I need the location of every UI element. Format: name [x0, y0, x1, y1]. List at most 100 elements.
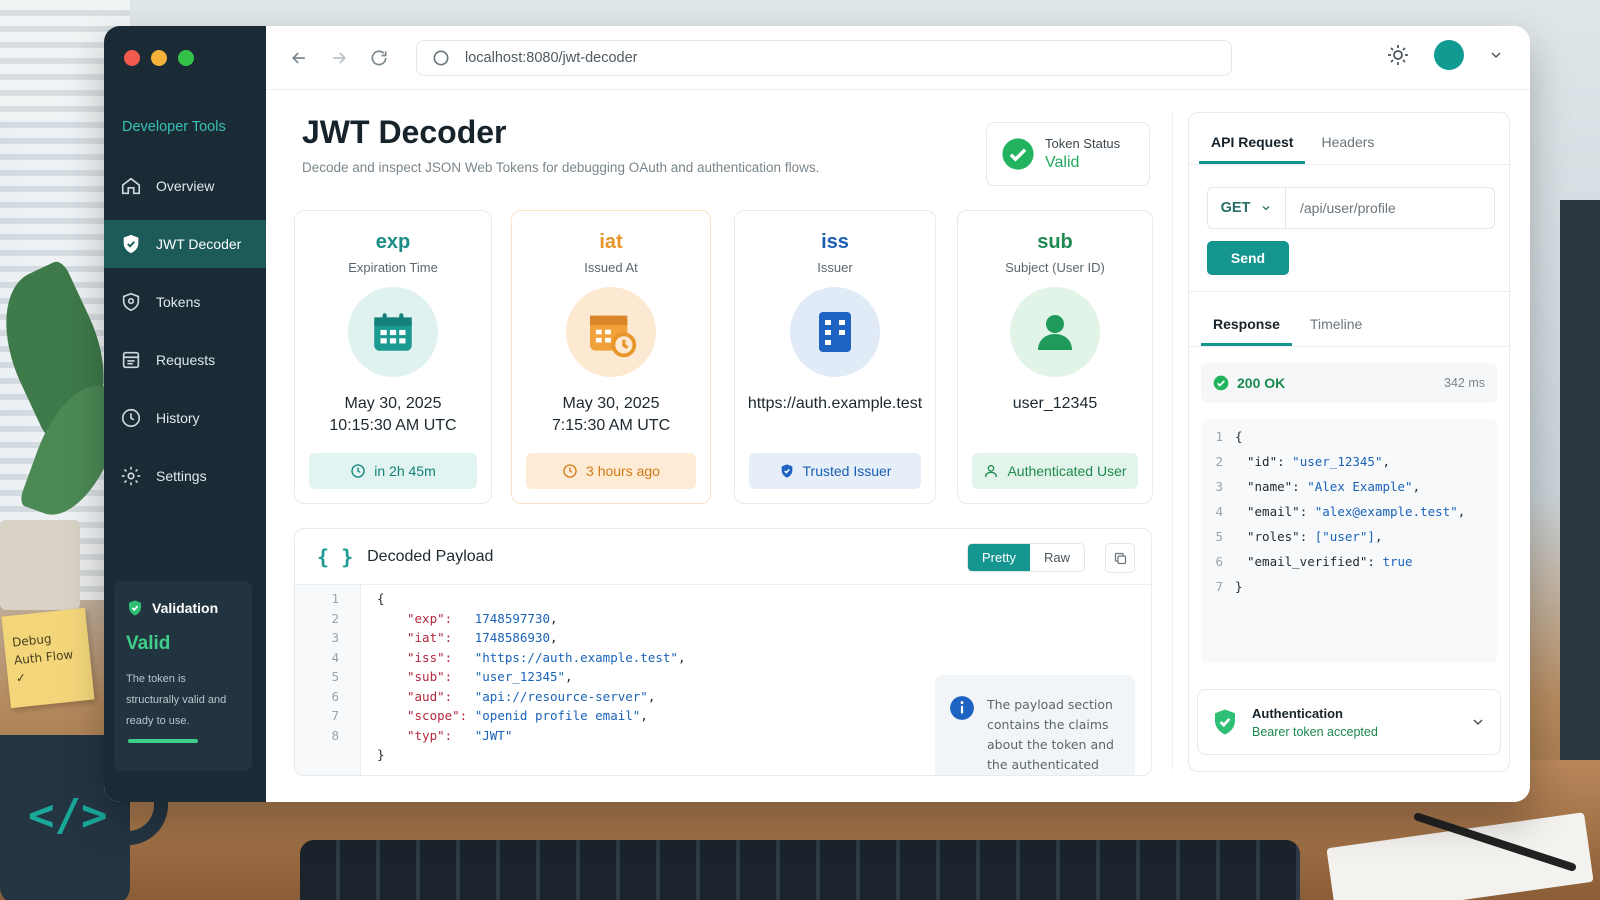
plant-pot	[0, 520, 80, 610]
response-line: 3 "name": "Alex Example",	[1201, 479, 1420, 504]
claim-cards: exp Expiration Time May 30, 2025 10:15:3…	[294, 210, 1154, 504]
sidebar-item-history[interactable]: History	[104, 394, 266, 442]
json-padding	[452, 611, 475, 626]
claim-key: sub	[1037, 231, 1073, 253]
json-key: "sub":	[407, 669, 453, 684]
line-number: 2	[1215, 454, 1223, 469]
endpoint-input[interactable]: /api/user/profile	[1286, 200, 1396, 216]
close-window-button[interactable]	[124, 50, 140, 66]
json-key: "exp":	[407, 610, 453, 626]
response-tabs: Response Timeline	[1189, 291, 1509, 347]
chevron-down-icon	[1262, 206, 1270, 211]
code-line: 3 "iat": 1748586930,	[295, 630, 558, 650]
json-value: ["user"]	[1314, 529, 1375, 544]
chevron-down-icon[interactable]	[1488, 47, 1504, 63]
sticky-note: Debug Auth Flow ✓	[1, 607, 95, 709]
reload-icon	[371, 49, 387, 65]
status-badge: 200 OK	[1237, 375, 1286, 391]
response-line: 6 "email_verified": true	[1201, 554, 1412, 579]
json-value: "user_12345"	[1292, 454, 1383, 469]
code-line: 8 "typ": "JWT"	[295, 728, 512, 748]
claim-pill-issued: 3 hours ago	[526, 453, 696, 489]
json-padding	[452, 630, 475, 645]
brace: }	[1235, 579, 1243, 594]
claim-key: exp	[375, 231, 411, 253]
tab-headers[interactable]: Headers	[1309, 134, 1386, 164]
sidebar-item-label: Tokens	[156, 294, 201, 310]
json-comma: ,	[550, 610, 558, 626]
shield-check-icon	[129, 600, 141, 616]
json-key: "iss":	[407, 649, 453, 665]
claim-value-line2: 10:15:30 AM UTC	[329, 417, 457, 434]
line-content: {	[377, 591, 385, 611]
claim-label: Issued At	[584, 260, 638, 275]
back-button[interactable]	[286, 45, 312, 71]
shield-check-icon	[1215, 709, 1235, 735]
json-value: "api://resource-server"	[474, 688, 648, 704]
authentication-card[interactable]: Authentication Bearer token accepted	[1197, 689, 1501, 755]
sidebar-item-label: Requests	[156, 352, 216, 368]
payload-info-box: The payload section contains the claims …	[935, 675, 1135, 775]
tab-timeline[interactable]: Timeline	[1298, 316, 1374, 346]
code-line: 4 "iss": "https://auth.example.test",	[295, 650, 685, 670]
brand-title: Developer Tools	[122, 119, 226, 135]
maximize-window-button[interactable]	[178, 50, 194, 66]
json-comma: ,	[550, 630, 558, 645]
sidebar-item-jwt-decoder[interactable]: JWT Decoder	[104, 220, 266, 268]
method-select[interactable]: GET	[1208, 188, 1286, 228]
sidebar-item-tokens[interactable]: Tokens	[104, 278, 266, 326]
line-content: "iat": 1748586930,	[407, 630, 558, 650]
claim-card-iat: iat Issued At May 30, 2025 7:15:30 AM UT…	[511, 210, 711, 504]
avatar[interactable]	[1434, 40, 1464, 70]
claim-value-line1: https://auth.example.test	[747, 395, 923, 412]
json-comma: ,	[1374, 529, 1383, 544]
copy-icon	[1114, 552, 1126, 564]
line-number: 8	[331, 727, 339, 743]
copy-button[interactable]	[1105, 543, 1135, 573]
keyboard	[300, 840, 1300, 900]
background-shelf	[1560, 200, 1600, 760]
line-number: 5	[331, 669, 339, 684]
line-number: 5	[1215, 529, 1223, 544]
claim-pill-text: Authenticated User	[1007, 463, 1127, 479]
claim-value-line1: user_12345	[1012, 395, 1098, 412]
decoder-content: JWT Decoder Decode and inspect JSON Web …	[266, 90, 1172, 802]
address-bar[interactable]: localhost:8080/jwt-decoder	[416, 40, 1232, 76]
line-content: "exp": 1748597730,	[407, 611, 558, 631]
minimize-window-button[interactable]	[151, 50, 167, 66]
claim-value: https://auth.example.test	[735, 393, 935, 437]
json-comma: ,	[565, 669, 573, 684]
sidebar-item-requests[interactable]: Requests	[104, 336, 266, 384]
app-window: Developer Tools Overview JWT Decoder Tok…	[104, 26, 1530, 802]
sun-icon[interactable]	[1386, 43, 1410, 67]
sidebar-item-overview[interactable]: Overview	[104, 162, 266, 210]
json-comma: ,	[640, 708, 648, 723]
json-colon: :	[1277, 454, 1293, 469]
json-key: "aud":	[407, 688, 453, 704]
tab-api-request[interactable]: API Request	[1199, 134, 1306, 164]
shield-check-icon	[781, 464, 792, 478]
token-status-label: Token Status	[1045, 136, 1121, 151]
validation-title: Validation	[152, 600, 219, 616]
sidebar-item-settings[interactable]: Settings	[104, 452, 266, 500]
json-key: "name"	[1247, 479, 1293, 494]
send-button[interactable]: Send	[1207, 241, 1289, 275]
line-content: "aud": "api://resource-server",	[407, 689, 655, 709]
window-controls	[124, 50, 194, 66]
line-content: }	[1235, 579, 1243, 604]
raw-mode-button[interactable]: Raw	[1030, 544, 1084, 571]
method-value: GET	[1220, 200, 1251, 216]
claim-pill-subject: Authenticated User	[972, 453, 1138, 489]
response-body: 1{2 "id": "user_12345", 3 "name": "Alex Exa…	[1201, 419, 1497, 663]
forward-button[interactable]	[326, 45, 352, 71]
claim-value-line2: 7:15:30 AM UTC	[551, 417, 671, 434]
json-key: "email"	[1247, 504, 1300, 519]
tab-response[interactable]: Response	[1201, 316, 1292, 346]
pretty-mode-button[interactable]: Pretty	[968, 544, 1030, 571]
request-row: GET /api/user/profile	[1207, 187, 1495, 229]
sidebar-item-label: JWT Decoder	[156, 236, 242, 252]
line-number: 1	[331, 591, 339, 606]
decoded-payload-panel: { } Decoded Payload Pretty Raw 1{2 "exp":…	[294, 528, 1152, 776]
response-line: 2 "id": "user_12345",	[1201, 454, 1390, 479]
reload-button[interactable]	[366, 45, 392, 71]
